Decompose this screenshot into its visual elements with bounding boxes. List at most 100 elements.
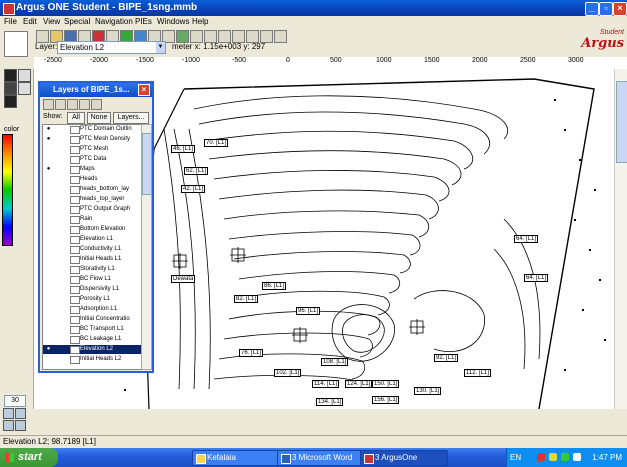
layers-window-titlebar[interactable]: Layers of BIPE_1s... × <box>40 83 152 97</box>
start-button[interactable]: start <box>0 448 58 467</box>
network-icon[interactable] <box>549 453 557 461</box>
layer-info-icon[interactable] <box>91 99 102 110</box>
menu-file[interactable]: File <box>4 17 17 26</box>
close-icon[interactable]: × <box>138 84 150 96</box>
duplicate-layer-icon[interactable] <box>55 99 66 110</box>
pointer-tool-icon[interactable] <box>4 69 17 82</box>
zoom-box-icon[interactable] <box>15 420 26 431</box>
map-label[interactable]: Dewata <box>171 275 196 283</box>
map-label[interactable]: 64. [L1] <box>514 235 539 243</box>
taskbar-item[interactable]: 3 Microsoft Word <box>277 450 365 466</box>
map-label[interactable]: 150. [L1] <box>372 380 400 388</box>
minimize-button[interactable]: _ <box>585 2 599 16</box>
layers-button[interactable]: Layers... <box>113 112 149 124</box>
map-label[interactable]: 124. [L1] <box>345 380 373 388</box>
menu-pies[interactable]: PIEs <box>135 17 152 26</box>
layer-row[interactable]: BC Leakage L1 <box>43 335 141 344</box>
layer-row[interactable]: heads_bottom_lay <box>43 185 141 194</box>
layer-row[interactable]: Initial Concentratio <box>43 315 141 324</box>
map-label[interactable]: 156. [L1] <box>372 396 400 404</box>
layer-row[interactable]: Bottom Elevation <box>43 225 141 234</box>
eye-icon[interactable]: ● <box>43 165 54 174</box>
map-label[interactable]: 96. [L1] <box>296 307 321 315</box>
chevron-down-icon[interactable]: ▼ <box>156 42 165 53</box>
map-label[interactable]: 134. [L1] <box>316 398 344 406</box>
map-label[interactable]: 64. [L1] <box>524 274 549 282</box>
layer-row[interactable]: ● Elevation L2 <box>43 345 141 354</box>
layer-row[interactable]: Adsorption L1 <box>43 305 141 314</box>
layer-row[interactable]: Heads <box>43 175 141 184</box>
eye-icon[interactable]: ● <box>43 135 54 144</box>
map-label[interactable]: 102. [L1] <box>274 369 302 377</box>
layer-row[interactable]: Elevation L1 <box>43 235 141 244</box>
map-label[interactable]: 130. [L1] <box>414 387 442 395</box>
eye-icon[interactable]: ● <box>43 345 54 354</box>
menu-navigation[interactable]: Navigation <box>95 17 133 26</box>
layer-row[interactable]: Initial Heads L2 <box>43 355 141 364</box>
scroll-thumb[interactable] <box>142 133 152 195</box>
layer-row[interactable]: PTC Data <box>43 155 141 164</box>
polygon-tool-icon[interactable] <box>18 82 31 95</box>
map-label[interactable]: 76. [L1] <box>239 349 264 357</box>
zoom-fit-icon[interactable] <box>3 420 14 431</box>
map-label[interactable]: 112. [L1] <box>464 369 491 377</box>
antivirus-icon[interactable] <box>537 453 545 461</box>
zoom-value[interactable]: 30 <box>4 395 26 407</box>
delete-layer-icon[interactable] <box>67 99 78 110</box>
language-indicator[interactable]: EN <box>510 453 521 462</box>
layer-row[interactable]: BC Flow L1 <box>43 275 141 284</box>
menu-edit[interactable]: Edit <box>23 17 37 26</box>
map-label[interactable]: 82. [L1] <box>234 295 259 303</box>
map-label[interactable]: 108. [L1] <box>321 358 349 366</box>
layer-row[interactable]: Initial Heads L1 <box>43 255 141 264</box>
menu-special[interactable]: Special <box>64 17 90 26</box>
map-label[interactable]: 70. [L1] <box>204 139 229 147</box>
layer-row[interactable]: ● Maps <box>43 165 141 174</box>
layer-row[interactable]: Conductivity L1 <box>43 245 141 254</box>
layer-row[interactable]: ● PTC Mesh Density <box>43 135 141 144</box>
zoom-in-icon[interactable] <box>3 408 14 419</box>
map-label[interactable]: 42. [L1] <box>181 185 206 193</box>
eye-icon[interactable]: ● <box>43 125 54 134</box>
volume-icon[interactable] <box>561 453 569 461</box>
menu-windows[interactable]: Windows <box>157 17 189 26</box>
layer-list[interactable]: ● PTC Domain Outlin ● PTC Mesh Density PTC M… <box>42 124 142 370</box>
map-label[interactable]: 46. [L1] <box>171 145 196 153</box>
layer-row[interactable]: PTC Mesh <box>43 145 141 154</box>
document-icon[interactable] <box>4 31 28 57</box>
layer-row[interactable]: ● PTC Domain Outlin <box>43 125 141 134</box>
vertical-scrollbar[interactable] <box>614 69 627 409</box>
layer-row[interactable]: Porosity L1 <box>43 295 141 304</box>
zoom-out-icon[interactable] <box>15 408 26 419</box>
scroll-thumb[interactable] <box>616 81 627 163</box>
map-label[interactable]: 114. [L1] <box>312 380 339 388</box>
restore-button[interactable]: ▫ <box>599 2 613 16</box>
tray-icon[interactable] <box>573 453 581 461</box>
lasso-tool-icon[interactable] <box>18 69 31 82</box>
move-tool-icon[interactable] <box>4 95 17 108</box>
layer-row[interactable]: Dispersivity L1 <box>43 285 141 294</box>
layer-row[interactable]: BC Transport L1 <box>43 325 141 334</box>
logo-tag: Student <box>599 29 624 36</box>
show-all-button[interactable]: All <box>67 112 85 124</box>
taskbar-item[interactable]: 3 ArgusOne <box>360 450 448 466</box>
close-button[interactable]: × <box>613 2 627 16</box>
menu-view[interactable]: View <box>43 17 60 26</box>
layer-settings-icon[interactable] <box>79 99 90 110</box>
add-vertex-icon[interactable] <box>4 82 17 95</box>
taskbar: start Kefalaia 3 Microsoft Word 3 ArgusO… <box>0 448 627 467</box>
new-layer-icon[interactable] <box>43 99 54 110</box>
layer-row[interactable]: heads_top_layer <box>43 195 141 204</box>
layer-select[interactable]: Elevation L2 ▼ <box>57 41 166 54</box>
layer-row[interactable]: Rain <box>43 215 141 224</box>
layer-row[interactable]: Storativity L1 <box>43 265 141 274</box>
export-icon[interactable] <box>274 30 287 43</box>
menu-help[interactable]: Help <box>192 17 208 26</box>
taskbar-item[interactable]: Kefalaia <box>192 450 280 466</box>
layer-list-scrollbar[interactable] <box>141 124 152 370</box>
show-none-button[interactable]: None <box>87 112 111 124</box>
map-label[interactable]: 92. [L1] <box>434 354 459 362</box>
layer-row[interactable]: PTC Output Graph <box>43 205 141 214</box>
map-label[interactable]: 62. [L1] <box>184 167 209 175</box>
map-label[interactable]: 86. [L1] <box>262 282 287 290</box>
